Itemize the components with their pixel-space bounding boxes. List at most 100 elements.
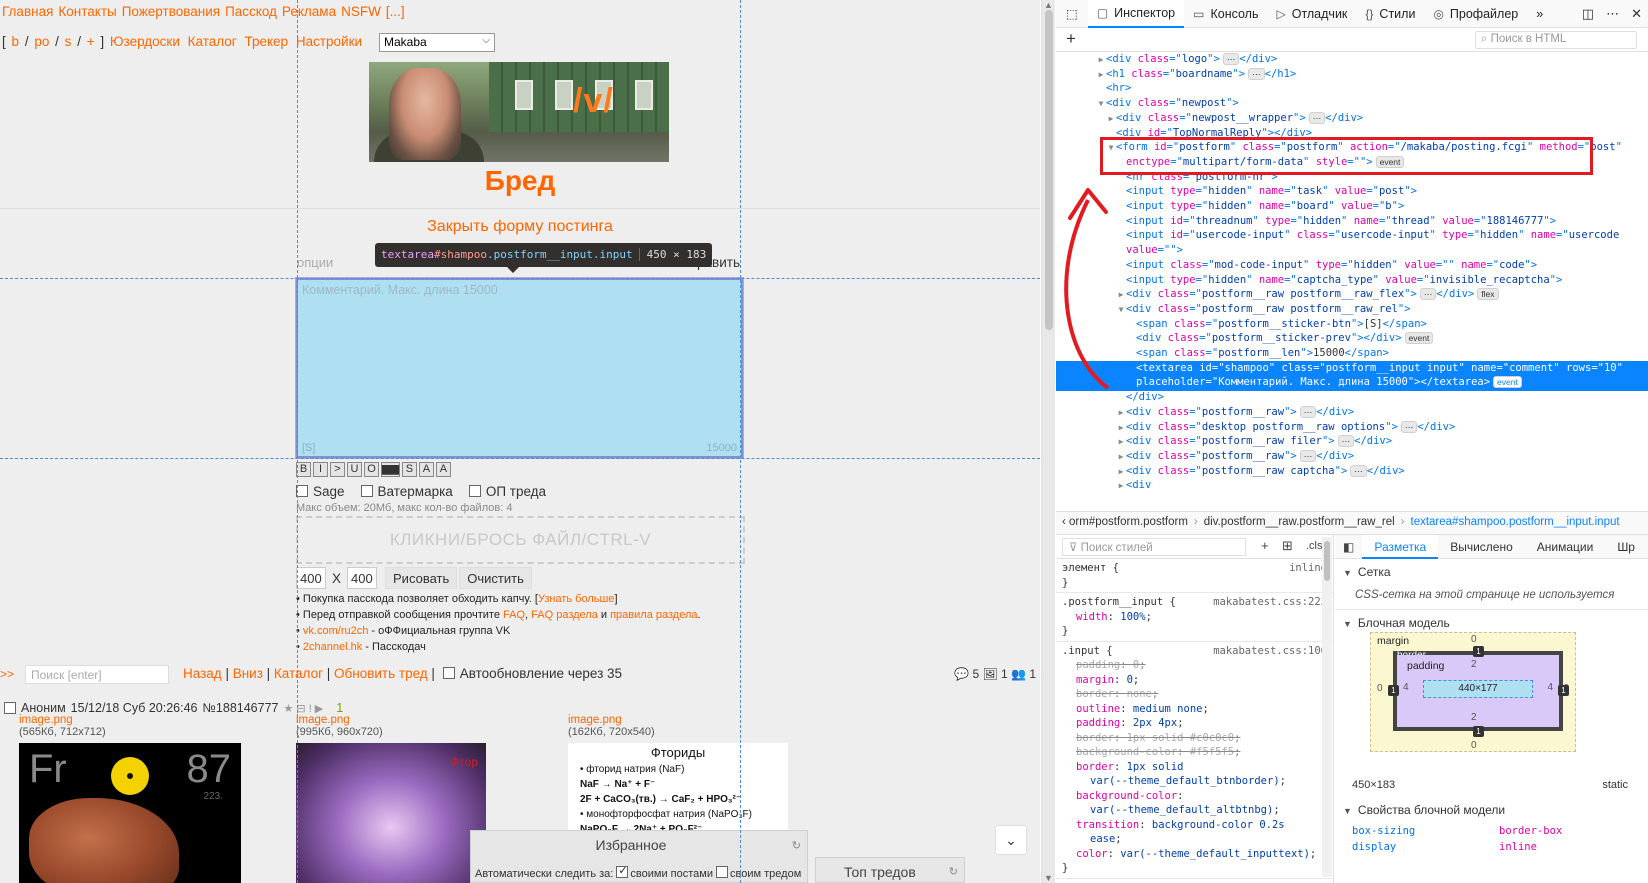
faq-link[interactable]: FAQ	[503, 609, 525, 621]
expand-triangle-icon[interactable]: ▶	[1106, 111, 1116, 127]
cls-toggle[interactable]: .cls	[1306, 540, 1323, 552]
border-left-value[interactable]: 1	[1388, 685, 1399, 696]
fluorite-image[interactable]: Фтор	[296, 743, 486, 883]
padding-bottom-value[interactable]: 2	[1471, 712, 1477, 723]
markup-node[interactable]: <input id="threadnum" type="hidden" name…	[1056, 214, 1648, 230]
box-properties-header[interactable]: ▼ Свойства блочной модели	[1335, 797, 1648, 823]
tab-layout[interactable]: Разметка	[1362, 535, 1439, 559]
breadcrumb-item[interactable]: div.postform__raw.postform__raw_rel	[1204, 516, 1395, 528]
markup-node[interactable]: ▶ <h1 class="boardname"> ⋯ </h1>	[1056, 67, 1648, 83]
css-value[interactable]: background-color 0.2s	[1152, 819, 1285, 831]
filter-styles-input[interactable]: ⊽ Поиск стилей	[1062, 538, 1246, 556]
node-badge[interactable]: ⋯	[1299, 405, 1317, 418]
scroll-down-arrow[interactable]: ▼	[1044, 873, 1053, 883]
markup-button[interactable]: >	[330, 462, 345, 477]
board-link-b[interactable]: b	[12, 34, 20, 49]
markup-node[interactable]: ▶ <div class="logo"> ⋯ </div>	[1056, 52, 1648, 68]
breadcrumb-item[interactable]: orm#postform.postform	[1069, 516, 1188, 528]
node-badge[interactable]: ⋯	[1337, 435, 1355, 448]
markup-node[interactable]: <input type="hidden" name="task" value="…	[1056, 184, 1648, 200]
css-value[interactable]: var(--theme_default_altbtnbg)	[1090, 804, 1273, 816]
autoupdate-checkbox[interactable]	[442, 667, 455, 679]
markup-node[interactable]: <input type="hidden" name="board" value=…	[1056, 199, 1648, 215]
scroll-down-button[interactable]: ⌄	[995, 825, 1027, 855]
css-declaration[interactable]: var(--theme_default_altbtnbg);	[1062, 803, 1327, 818]
board-link-po[interactable]: po	[34, 34, 49, 49]
topnav-link[interactable]: Главная	[2, 4, 53, 19]
markup-button[interactable]: O	[364, 462, 379, 477]
expand-triangle-icon[interactable]: ▶	[1116, 449, 1126, 465]
topnav-link[interactable]: Пасскод	[225, 4, 277, 19]
css-declaration[interactable]: padding: 0;	[1062, 658, 1327, 673]
border-top-value[interactable]: 1	[1473, 646, 1484, 657]
border-bottom-value[interactable]: 1	[1473, 726, 1484, 737]
board-link-s[interactable]: s	[65, 34, 72, 49]
post-action-icons[interactable]: ★ ⊟ ! ▶	[284, 702, 324, 715]
css-value[interactable]: var(--theme_default_inputtext)	[1120, 848, 1310, 860]
node-badge[interactable]: ⋯	[1400, 420, 1418, 433]
passcodach-link[interactable]: 2channel.hk	[303, 641, 362, 653]
rule-selector[interactable]: элемент	[1062, 562, 1106, 574]
markup-node[interactable]: ▶ <div class="newpost__wrapper"> ⋯ </div>	[1056, 111, 1648, 127]
markup-node[interactable]: ▶ <div class="postform__raw"> ⋯ </div>	[1056, 405, 1648, 421]
expand-triangle-icon[interactable]: ▶	[1116, 464, 1126, 480]
page-scrollbar[interactable]: ▲ ▼	[1041, 0, 1055, 883]
css-property[interactable]: transition	[1076, 819, 1139, 831]
node-badge[interactable]: ⋯	[1299, 449, 1317, 462]
file-dropzone[interactable]: КЛИКНИ/БРОСЬ ФАЙЛ/CTRL-V	[296, 516, 745, 564]
rule-selector[interactable]: .postform__input	[1062, 596, 1163, 608]
css-value[interactable]: ease	[1090, 833, 1115, 845]
margin-left-value[interactable]: 0	[1377, 683, 1383, 694]
search-html-input[interactable]: ⌕ Поиск в HTML	[1475, 31, 1637, 49]
draw-width-input[interactable]: 400	[296, 567, 326, 589]
checkbox-box[interactable]	[468, 485, 481, 497]
tab-inspector[interactable]: ▢ Инспектор	[1087, 0, 1185, 28]
expand-triangle-icon[interactable]: ▶	[1096, 67, 1106, 83]
css-declaration[interactable]: background-color:	[1062, 789, 1327, 804]
catalog-link-2[interactable]: Каталог	[274, 666, 323, 681]
markup-node[interactable]: placeholder="Комментарий. Макс. длина 15…	[1056, 375, 1648, 391]
op-checkbox[interactable]: ОП треда	[468, 484, 546, 499]
search-input[interactable]: Поиск [enter]	[25, 665, 169, 684]
markup-node[interactable]: <input type="hidden" name="captcha_type"…	[1056, 273, 1648, 289]
options-label[interactable]: опции	[297, 255, 333, 270]
box-prop-row[interactable]: box-sizing border-box	[1335, 823, 1648, 839]
tab-profiler[interactable]: ◎ Профайлер	[1424, 0, 1527, 28]
css-declaration[interactable]: ease;	[1062, 832, 1327, 847]
topnav-link[interactable]: Пожертвования	[122, 4, 220, 19]
node-badge[interactable]: event	[1493, 376, 1522, 389]
dock-icon[interactable]: ◫	[1582, 6, 1594, 22]
markup-node[interactable]: <input class="mod-code-input" type="hidd…	[1056, 258, 1648, 274]
sticker-button[interactable]: [S]	[302, 442, 315, 454]
markup-node[interactable]: <input id="usercode-input" class="userco…	[1056, 228, 1648, 244]
markup-node[interactable]: ▼ <div class="postform__raw postform__raw…	[1056, 302, 1648, 318]
rule-source-link[interactable]: makabatest.css:106	[1213, 644, 1327, 659]
rule-selector[interactable]: .input	[1062, 645, 1100, 657]
css-declaration[interactable]: width: 100%;	[1062, 610, 1327, 625]
kebab-menu-icon[interactable]: ⋯	[1606, 6, 1619, 22]
file-link[interactable]: image.png	[19, 714, 106, 726]
node-badge[interactable]: ⋯	[1419, 288, 1437, 301]
checkbox-box[interactable]	[360, 485, 373, 497]
markup-node[interactable]: ▶ <div class="postform__raw"> ⋯ </div>	[1056, 449, 1648, 465]
tab-computed[interactable]: Вычислено	[1438, 535, 1525, 559]
markup-node[interactable]: <span class="postform__sticker-btn">[S]<…	[1056, 317, 1648, 333]
box-prop-row[interactable]: display inline	[1335, 839, 1648, 855]
favorites-panel[interactable]: Избранное ↻ Автоматически следить за: св…	[470, 830, 808, 883]
markup-node[interactable]: </div>	[1056, 390, 1648, 406]
markup-button[interactable]: U	[347, 462, 362, 477]
margin-bottom-value[interactable]: 0	[1471, 740, 1477, 751]
css-property[interactable]: margin	[1076, 674, 1114, 686]
node-badge[interactable]: ⋯	[1350, 464, 1367, 477]
tab-fonts[interactable]: Шр	[1605, 535, 1647, 559]
css-property[interactable]: border	[1076, 732, 1114, 744]
back-link[interactable]: Назад	[183, 666, 222, 681]
expand-triangle-icon[interactable]: ▶	[1096, 52, 1106, 68]
rule-source-link[interactable]: makabatest.css:223	[1213, 595, 1327, 610]
element-picker-icon[interactable]: ⬚	[1056, 0, 1088, 28]
css-property[interactable]: padding	[1076, 717, 1120, 729]
expand-triangle-icon[interactable]: ▶	[1116, 434, 1126, 450]
markup-button[interactable]: I	[313, 462, 328, 477]
markup-node[interactable]: ▶ <div	[1056, 478, 1648, 494]
markup-button[interactable]: ▆▆	[381, 462, 400, 477]
